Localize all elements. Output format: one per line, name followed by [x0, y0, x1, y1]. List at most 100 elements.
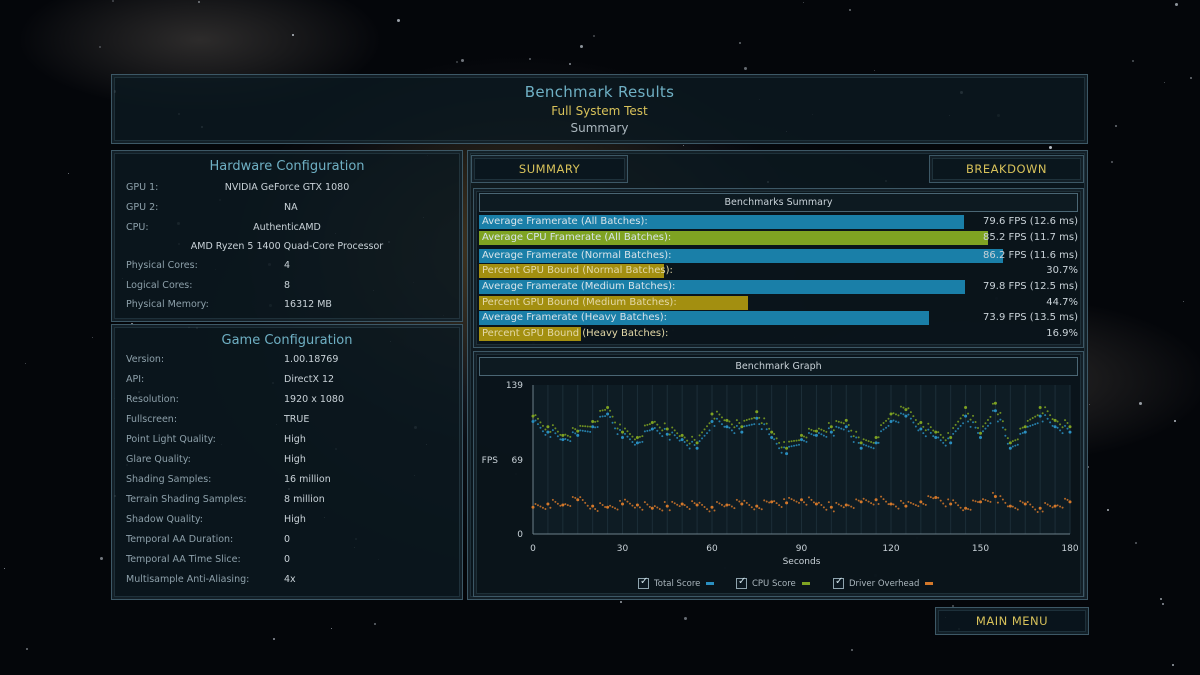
data-point	[937, 496, 940, 499]
data-point	[775, 437, 778, 440]
star	[1160, 598, 1163, 600]
data-point	[1038, 506, 1042, 510]
star	[848, 9, 851, 12]
data-point	[710, 505, 714, 509]
data-point	[758, 507, 761, 510]
data-point	[993, 401, 997, 405]
data-point	[718, 502, 721, 505]
data-point	[614, 427, 617, 430]
star	[197, 0, 200, 3]
summary-row: Percent GPU Bound (Medium Batches): 44.7%	[479, 296, 1081, 310]
data-point	[768, 427, 771, 430]
data-point	[663, 427, 666, 430]
main-menu-button[interactable]: MAIN MENU	[935, 607, 1089, 635]
star	[743, 67, 747, 71]
data-point	[885, 500, 888, 503]
data-point	[740, 425, 744, 429]
data-point	[665, 427, 669, 431]
data-point	[641, 440, 644, 443]
data-point	[576, 433, 580, 437]
data-point	[1021, 432, 1024, 435]
data-point	[1036, 511, 1039, 514]
data-point	[991, 409, 994, 412]
summary-value: 79.6 FPS (12.6 ms)	[983, 216, 1078, 227]
star	[292, 34, 295, 37]
data-point	[1051, 506, 1054, 509]
data-point	[773, 500, 776, 503]
data-point	[912, 415, 915, 418]
data-point	[842, 506, 845, 509]
star	[873, 69, 875, 71]
data-point	[740, 430, 744, 434]
data-point	[993, 494, 997, 498]
data-point	[671, 426, 674, 429]
data-point	[730, 429, 733, 432]
data-point	[872, 447, 875, 450]
star	[330, 627, 332, 629]
data-point	[939, 439, 942, 442]
data-point	[745, 419, 748, 422]
star	[1161, 603, 1164, 606]
data-point	[902, 406, 905, 409]
data-point	[829, 425, 833, 429]
data-point	[576, 429, 580, 433]
star	[568, 62, 571, 65]
data-point	[683, 504, 686, 507]
data-point	[1044, 414, 1047, 417]
legend-item[interactable]: Driver Overhead	[833, 576, 934, 589]
legend-item[interactable]: CPU Score	[736, 576, 810, 589]
data-point	[1038, 406, 1042, 410]
data-point	[755, 416, 759, 420]
tab-summary[interactable]: SUMMARY	[471, 155, 628, 183]
data-point	[981, 498, 984, 501]
data-point	[574, 432, 577, 435]
data-point	[735, 419, 738, 422]
data-point	[889, 419, 893, 423]
data-point	[536, 417, 539, 420]
data-point	[591, 425, 595, 429]
legend-checkbox[interactable]	[736, 576, 747, 589]
data-point	[795, 439, 798, 442]
tab-breakdown[interactable]: BREAKDOWN	[929, 155, 1084, 183]
data-point	[686, 439, 689, 442]
data-point	[718, 420, 721, 423]
star	[619, 601, 622, 604]
data-point	[611, 415, 614, 418]
summary-label: Average CPU Framerate (All Batches):	[482, 232, 672, 243]
data-point	[870, 502, 873, 505]
data-point	[829, 505, 833, 509]
data-point	[1023, 430, 1027, 434]
data-point	[1059, 505, 1062, 508]
data-point	[800, 438, 803, 442]
data-point	[802, 501, 805, 504]
legend-swatch	[925, 582, 934, 585]
data-point	[599, 409, 602, 412]
data-point	[865, 444, 868, 447]
data-point	[730, 505, 733, 508]
hardware-value: 16312 MB	[284, 299, 332, 310]
legend-checkbox[interactable]	[833, 576, 844, 589]
data-point	[609, 409, 612, 412]
data-point	[646, 423, 649, 426]
data-point	[984, 422, 987, 425]
data-point	[733, 426, 736, 429]
data-point	[805, 440, 808, 443]
data-point	[551, 498, 554, 501]
data-point	[805, 503, 808, 506]
data-point	[656, 429, 659, 432]
data-point	[561, 438, 565, 442]
data-point	[1016, 438, 1019, 441]
data-point	[832, 510, 835, 513]
legend-item[interactable]: Total Score	[638, 576, 715, 589]
data-point	[723, 505, 726, 508]
data-point	[927, 428, 930, 431]
data-point	[877, 503, 880, 506]
legend-checkbox[interactable]	[638, 576, 649, 589]
data-point	[768, 501, 771, 504]
data-point	[790, 498, 793, 501]
data-point	[882, 498, 885, 501]
data-point	[738, 422, 741, 425]
data-point	[778, 447, 781, 450]
data-point	[740, 502, 744, 506]
data-point	[631, 440, 634, 443]
